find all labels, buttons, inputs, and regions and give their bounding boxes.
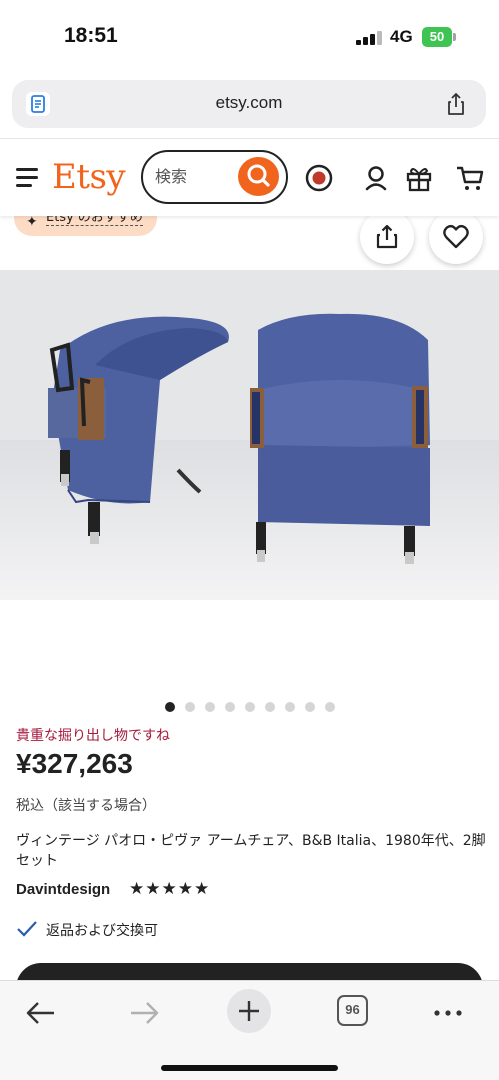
carousel-dot[interactable] — [164, 702, 175, 712]
search-button[interactable] — [238, 157, 279, 196]
gift-icon[interactable] — [404, 163, 434, 193]
cart-icon[interactable] — [455, 163, 485, 193]
status-bar: 18:51 4G 50 — [0, 0, 499, 72]
carousel-dot[interactable] — [264, 702, 275, 712]
signal-icon — [356, 31, 382, 45]
product-action-row: ✦ Etsy のおすすめ — [0, 204, 499, 270]
search-input[interactable] — [155, 164, 235, 188]
home-indicator — [161, 1065, 338, 1071]
promo-text: 貴重な掘り出し物ですね — [16, 728, 170, 744]
etsy-logo[interactable]: Etsy — [52, 157, 126, 197]
product-title: ヴィンテージ パオロ・ピヴァ アームチェア、B&B Italia、1980年代、… — [16, 833, 486, 869]
browser-address-area: etsy.com — [0, 72, 499, 138]
share-icon[interactable] — [442, 90, 470, 118]
battery-level: 50 — [422, 27, 452, 47]
carousel-dot[interactable] — [284, 702, 295, 712]
browser-toolbar: 96 — [0, 980, 499, 1080]
carousel-dot[interactable] — [304, 702, 315, 712]
clock: 18:51 — [64, 24, 118, 47]
new-tab-button[interactable] — [227, 989, 271, 1033]
carousel-dot[interactable] — [324, 702, 335, 712]
plus-icon — [239, 1001, 259, 1021]
favorite-button[interactable] — [429, 210, 483, 264]
shop-name-link[interactable]: Davintdesign — [16, 881, 110, 898]
carousel-dot[interactable] — [224, 702, 235, 712]
rating-stars[interactable]: ★★★★★ — [129, 879, 210, 899]
heart-icon — [443, 224, 469, 249]
forward-arrow-icon[interactable] — [125, 993, 165, 1033]
back-arrow-icon[interactable] — [20, 993, 60, 1033]
tabs-button[interactable]: 96 — [337, 995, 368, 1026]
battery-icon: 50 — [422, 27, 456, 47]
address-bar[interactable]: etsy.com — [12, 80, 486, 128]
url-text[interactable]: etsy.com — [12, 93, 486, 113]
image-carousel-indicator[interactable] — [0, 697, 499, 712]
check-icon — [16, 920, 38, 938]
product-price: ¥327,263 — [16, 748, 133, 779]
share-product-button[interactable] — [360, 210, 414, 264]
account-icon[interactable] — [361, 163, 391, 193]
network-type: 4G — [390, 27, 413, 46]
site-header: Etsy — [0, 138, 499, 216]
share-icon — [376, 224, 398, 249]
menu-icon[interactable] — [16, 167, 40, 187]
carousel-dot[interactable] — [244, 702, 255, 712]
search-icon — [247, 164, 270, 187]
tax-note: 税込（該当する場合） — [16, 798, 156, 814]
carousel-dot[interactable] — [204, 702, 215, 712]
product-image[interactable] — [0, 270, 499, 600]
deals-icon[interactable] — [304, 163, 334, 193]
search-box — [141, 150, 288, 204]
carousel-dot[interactable] — [184, 702, 195, 712]
more-options-icon[interactable] — [428, 993, 468, 1033]
